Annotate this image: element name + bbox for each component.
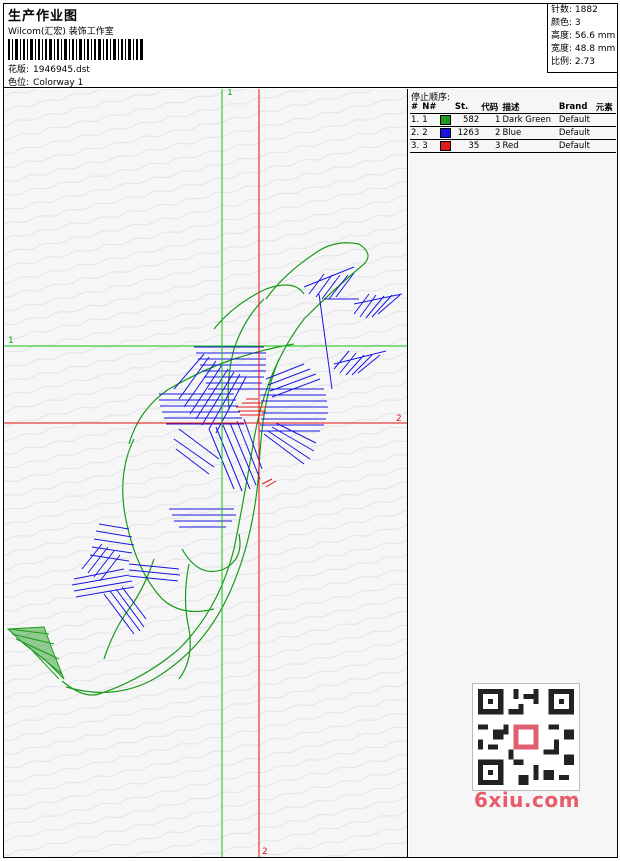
qr-code-image	[472, 683, 580, 791]
row-code: 2	[480, 126, 502, 140]
row-desc: Dark Green	[501, 113, 558, 127]
colorway-line: 色位: Colorway 1	[8, 75, 83, 88]
color-swatch	[440, 127, 452, 138]
page-title: 生产作业图	[8, 9, 79, 24]
stats-box: 针数: 1882 颜色: 3 高度: 56.6 mm 宽度: 48.8 mm 比…	[547, 3, 618, 73]
thread-table: # N# St. 代码 描述 Brand 元素 1. 1 582 1 Dark …	[410, 101, 616, 153]
stat-stitches: 针数: 1882	[551, 5, 598, 15]
col-n: N#	[421, 101, 440, 114]
stat-colors: 颜色: 3	[551, 18, 581, 28]
axis-label-v1: 1	[227, 89, 233, 98]
row-code: 3	[480, 139, 502, 153]
color-swatch	[440, 114, 452, 125]
row-desc: Blue	[501, 126, 558, 140]
row-index: 3.	[410, 139, 422, 153]
row-brand: Default	[557, 126, 595, 140]
row-brand: Default	[557, 139, 595, 153]
thread-table-header: # N# St. 代码 描述 Brand 元素	[410, 101, 616, 114]
company-name: Wilcom(汇宏) 装饰工作室	[8, 27, 114, 37]
header: 生产作业图 Wilcom(汇宏) 装饰工作室 花版: 1946945.dst 色位…	[3, 3, 618, 88]
axis-label-h2: 2	[396, 414, 402, 424]
row-index: 2.	[410, 126, 422, 140]
row-code: 1	[480, 113, 502, 127]
col-code: 代码	[480, 101, 502, 114]
col-brand: Brand	[557, 101, 595, 114]
color-swatch	[440, 140, 452, 151]
row-index: 1.	[410, 113, 422, 127]
table-row: 3. 3 35 3 Red Default	[410, 139, 616, 153]
row-stitches: 1263	[453, 126, 481, 140]
watermark-text: 6xiu.com	[474, 788, 580, 812]
colorway-value: Colorway 1	[33, 78, 84, 88]
embroidery-drawing	[4, 89, 407, 857]
row-stitches: 582	[453, 113, 481, 127]
col-element: 元素	[594, 101, 616, 114]
col-stitches: St.	[453, 101, 481, 114]
axis-label-v2: 2	[262, 847, 268, 857]
axis-label-h1: 1	[8, 336, 14, 346]
design-canvas: 1 1 2 2	[4, 89, 408, 857]
colorway-label: 色位:	[8, 78, 30, 88]
row-n: 3	[421, 139, 440, 153]
stat-width: 宽度: 48.8 mm	[551, 44, 616, 54]
row-n: 2	[421, 126, 440, 140]
table-row: 1. 1 582 1 Dark Green Default	[410, 113, 616, 127]
row-brand: Default	[557, 113, 595, 127]
design-file: 1946945.dst	[33, 65, 90, 75]
col-index: #	[410, 101, 422, 114]
barcode-image	[8, 39, 143, 60]
table-row: 2. 2 1263 2 Blue Default	[410, 126, 616, 140]
stat-ratio: 比例: 2.73	[551, 57, 595, 67]
col-desc: 描述	[501, 101, 558, 114]
design-line: 花版: 1946945.dst	[8, 62, 90, 75]
fabric-texture	[4, 89, 407, 857]
row-desc: Red	[501, 139, 558, 153]
stat-height: 高度: 56.6 mm	[551, 31, 616, 41]
row-stitches: 35	[453, 139, 481, 153]
design-label: 花版:	[8, 65, 30, 75]
row-n: 1	[421, 113, 440, 127]
